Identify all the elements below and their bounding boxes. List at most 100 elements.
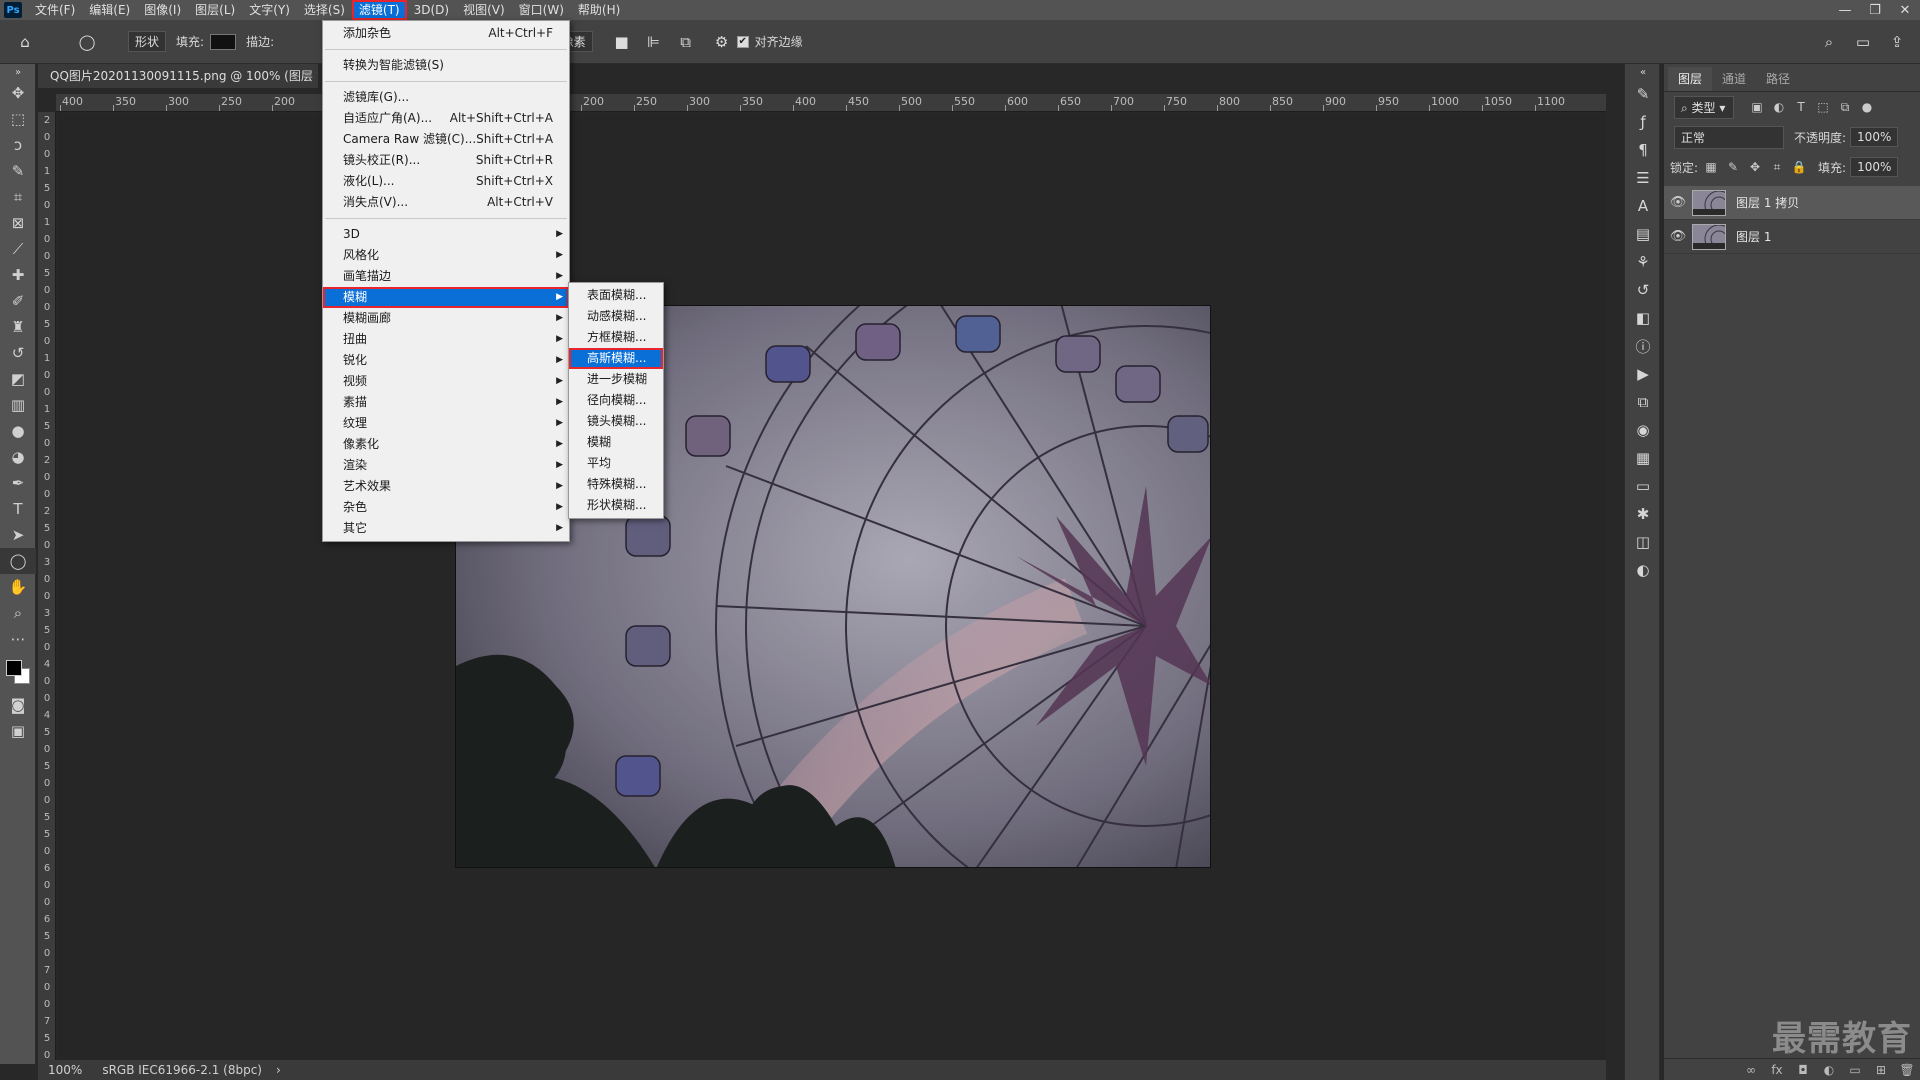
path-selection-tool-icon[interactable]: ➤ <box>0 522 36 548</box>
character-icon[interactable]: A <box>1625 192 1661 220</box>
menu-item-4[interactable]: 文字(Y) <box>242 0 297 20</box>
clone-stamp-tool-icon[interactable]: ♜ <box>0 314 36 340</box>
layer-filter-select[interactable]: ⌕ 类型 ▾ <box>1674 95 1734 119</box>
filter-submenu-item[interactable]: 渲染 ▶ <box>323 455 569 476</box>
ellipse-tool-icon[interactable]: ◯ <box>0 548 36 574</box>
layer-row[interactable]: 👁 图层 1 <box>1664 220 1920 254</box>
blur-submenu-item[interactable]: 进一步模糊 <box>569 369 663 390</box>
filter-submenu-item[interactable]: 风格化 ▶ <box>323 245 569 266</box>
filter-menu-item[interactable]: 液化(L)... Shift+Ctrl+X <box>323 171 569 192</box>
menu-item-10[interactable]: 帮助(H) <box>571 0 627 20</box>
more-tools-icon[interactable]: ⋯ <box>0 626 36 652</box>
filter-submenu-item[interactable]: 其它 ▶ <box>323 518 569 539</box>
filter-submenu-item[interactable]: 杂色 ▶ <box>323 497 569 518</box>
minimize-button[interactable]: — <box>1830 0 1860 20</box>
opacity-input[interactable]: 100% <box>1850 127 1899 147</box>
gradient-tool-icon[interactable]: ▥ <box>0 392 36 418</box>
menu-item-1[interactable]: 编辑(E) <box>82 0 137 20</box>
document-tab[interactable]: QQ图片20201130091115.png @ 100% (图层 1 拷 <box>38 64 318 88</box>
navigator-icon[interactable]: ✱ <box>1625 500 1661 528</box>
fill-swatch[interactable] <box>210 33 237 50</box>
blur-tool-icon[interactable]: ● <box>0 418 36 444</box>
frame-tool-icon[interactable]: ⊠ <box>0 210 36 236</box>
filter-submenu-item[interactable]: 扭曲 ▶ <box>323 329 569 350</box>
filter-toggle-icon[interactable]: ● <box>1858 98 1876 116</box>
adjustments-icon[interactable]: ☰ <box>1625 164 1661 192</box>
blur-submenu-item[interactable]: 模糊 <box>569 432 663 453</box>
menu-item-0[interactable]: 文件(F) <box>28 0 82 20</box>
filter-submenu-item[interactable]: 模糊 ▶ <box>323 287 569 308</box>
gear-icon[interactable]: ⚙ <box>711 31 733 53</box>
history-icon[interactable]: ↺ <box>1625 276 1661 304</box>
actions-icon[interactable]: ▶ <box>1625 360 1661 388</box>
paragraph-icon[interactable]: ¶ <box>1625 136 1661 164</box>
crop-tool-icon[interactable]: ⌗ <box>0 184 36 210</box>
menu-item-5[interactable]: 选择(S) <box>297 0 352 20</box>
filter-submenu-item[interactable]: 画笔描边 ▶ <box>323 266 569 287</box>
dodge-tool-icon[interactable]: ◕ <box>0 444 36 470</box>
link-layers-icon[interactable]: ∞ <box>1738 1063 1764 1077</box>
lock-position-icon[interactable]: ✥ <box>1746 158 1764 176</box>
filter-menu-item[interactable]: 转换为智能滤镜(S) <box>323 55 569 76</box>
restore-button[interactable]: ❐ <box>1860 0 1890 20</box>
blur-submenu-item[interactable]: 特殊模糊... <box>569 474 663 495</box>
menu-item-9[interactable]: 窗口(W) <box>512 0 571 20</box>
share-icon[interactable]: ⇪ <box>1886 31 1908 53</box>
eraser-tool-icon[interactable]: ◩ <box>0 366 36 392</box>
blur-submenu-item[interactable]: 方框模糊... <box>569 327 663 348</box>
color-icon[interactable]: ◉ <box>1625 416 1661 444</box>
new-group-icon[interactable]: ▭ <box>1842 1063 1868 1077</box>
status-menu-arrow[interactable]: › <box>276 1063 281 1077</box>
quick-select-tool-icon[interactable]: ✎ <box>0 158 36 184</box>
add-style-icon[interactable]: fx <box>1764 1063 1790 1077</box>
libraries-icon[interactable]: ◧ <box>1625 304 1661 332</box>
shape-mode-select[interactable]: 形状 <box>128 31 167 52</box>
swatches-icon[interactable]: ▦ <box>1625 444 1661 472</box>
lock-artboard-icon[interactable]: ⌗ <box>1768 158 1786 176</box>
pen-tool-icon[interactable]: ✒ <box>0 470 36 496</box>
filter-submenu-item[interactable]: 艺术效果 ▶ <box>323 476 569 497</box>
menu-item-2[interactable]: 图像(I) <box>137 0 188 20</box>
foreground-color-swatch[interactable] <box>6 660 22 676</box>
home-icon[interactable]: ⌂ <box>14 31 36 53</box>
menu-item-6[interactable]: 滤镜(T) <box>351 0 407 20</box>
filter-pixel-icon[interactable]: ▣ <box>1748 98 1766 116</box>
channels-icon[interactable]: ⧉ <box>1625 388 1661 416</box>
zoom-level[interactable]: 100% <box>48 1063 82 1077</box>
blend-mode-select[interactable]: 正常 <box>1674 125 1784 149</box>
styles-icon[interactable]: ◐ <box>1625 556 1661 584</box>
filter-adjustment-icon[interactable]: ◐ <box>1770 98 1788 116</box>
info-icon[interactable]: ⓘ <box>1625 332 1661 360</box>
eyedropper-tool-icon[interactable]: ⟋ <box>0 236 36 262</box>
delete-layer-icon[interactable]: 🗑 <box>1894 1063 1920 1077</box>
new-adjustment-icon[interactable]: ◐ <box>1816 1063 1842 1077</box>
blur-submenu-item[interactable]: 高斯模糊... <box>569 348 663 369</box>
blur-submenu-item[interactable]: 径向模糊... <box>569 390 663 411</box>
panel-tab[interactable]: 图层 <box>1668 67 1713 91</box>
path-alignment-icon[interactable]: ⊫ <box>643 31 665 53</box>
align-edges-checkbox[interactable]: ✔ <box>736 35 749 48</box>
panel-tab[interactable]: 通道 <box>1712 67 1756 91</box>
menu-item-3[interactable]: 图层(L) <box>188 0 242 20</box>
close-button[interactable]: ✕ <box>1890 0 1920 20</box>
filter-menu-item[interactable]: 滤镜库(G)... <box>323 87 569 108</box>
menu-item-8[interactable]: 视图(V) <box>456 0 512 20</box>
type-tool-icon[interactable]: T <box>0 496 36 522</box>
blur-submenu-item[interactable]: 表面模糊... <box>569 285 663 306</box>
lasso-tool-icon[interactable]: ↄ <box>0 132 36 158</box>
hand-tool-icon[interactable]: ✋ <box>0 574 36 600</box>
path-arrangement-icon[interactable]: ⧉ <box>675 31 697 53</box>
filter-submenu-item[interactable]: 像素化 ▶ <box>323 434 569 455</box>
notes-icon[interactable]: ▭ <box>1625 472 1661 500</box>
eye-icon[interactable]: 👁 <box>1664 195 1692 210</box>
history-brush-tool-icon[interactable]: ↺ <box>0 340 36 366</box>
clone-source-icon[interactable]: ⚘ <box>1625 248 1661 276</box>
layer-comps-icon[interactable]: ◫ <box>1625 528 1661 556</box>
new-layer-icon[interactable]: ⊞ <box>1868 1063 1894 1077</box>
move-tool-icon[interactable]: ✥ <box>0 80 36 106</box>
brush-tool-icon[interactable]: ✐ <box>0 288 36 314</box>
panel-tab[interactable]: 路径 <box>1756 67 1800 91</box>
quick-mask-icon[interactable]: ◙ <box>0 692 36 718</box>
filter-menu-item[interactable]: 自适应广角(A)... Alt+Shift+Ctrl+A <box>323 108 569 129</box>
strip-collapse-icon[interactable]: « <box>1625 64 1661 80</box>
